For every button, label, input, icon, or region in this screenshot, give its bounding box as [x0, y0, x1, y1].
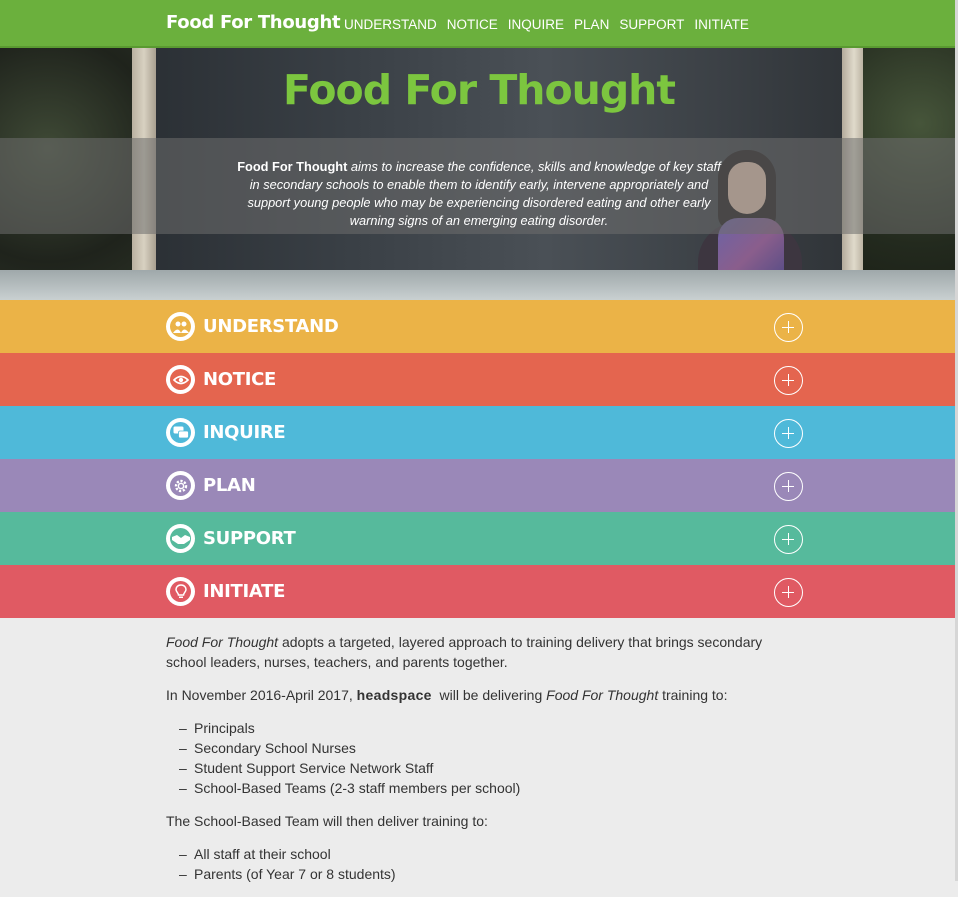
accordion-label: SUPPORT	[203, 528, 296, 549]
list-item: Parents (of Year 7 or 8 students)	[179, 864, 806, 884]
accordion-label: INITIATE	[203, 581, 286, 602]
accordion-initiate[interactable]: INITIATE	[0, 565, 958, 618]
nav-link-support[interactable]: SUPPORT	[619, 17, 684, 32]
intro-emphasis: Food For Thought	[166, 634, 279, 650]
accordion-label: NOTICE	[203, 369, 277, 390]
lightbulb-icon	[166, 577, 195, 606]
nav-links: UNDERSTAND NOTICE INQUIRE PLAN SUPPORT I…	[344, 17, 749, 32]
gear-icon	[166, 471, 195, 500]
people-icon	[166, 312, 195, 341]
brand-logo[interactable]: Food For Thought	[166, 12, 341, 33]
nav-link-notice[interactable]: NOTICE	[447, 17, 498, 32]
top-nav: Food For Thought UNDERSTAND NOTICE INQUI…	[0, 0, 958, 48]
hero-intro: Food For Thought aims to increase the co…	[234, 158, 724, 230]
list-item: School-Based Teams (2-3 staff members pe…	[179, 778, 806, 798]
expand-plus-icon[interactable]	[774, 313, 803, 342]
list-item: Principals	[179, 718, 806, 738]
nav-link-initiate[interactable]: INITIATE	[694, 17, 749, 32]
expand-plus-icon[interactable]	[774, 366, 803, 395]
accordion-understand[interactable]: UNDERSTAND	[0, 300, 958, 353]
school-team-paragraph: The School-Based Team will then deliver …	[166, 813, 488, 829]
headspace-brand: headspace	[356, 687, 432, 703]
hero-title: Food For Thought	[283, 66, 676, 114]
eye-icon	[166, 365, 195, 394]
nav-link-plan[interactable]: PLAN	[574, 17, 609, 32]
nav-link-understand[interactable]: UNDERSTAND	[344, 17, 437, 32]
delivery-paragraph: In November 2016-April 2017, headspace w…	[166, 685, 806, 705]
intro-paragraph: Food For Thought adopts a targeted, laye…	[166, 632, 806, 672]
accordion-notice[interactable]: NOTICE	[0, 353, 958, 406]
accordion-label: PLAN	[203, 475, 256, 496]
accordion-support[interactable]: SUPPORT	[0, 512, 958, 565]
list-item: Student Support Service Network Staff	[179, 758, 806, 778]
hero-table	[0, 270, 958, 300]
list-item: Secondary School Nurses	[179, 738, 806, 758]
handshake-icon	[166, 524, 195, 553]
chat-icon	[166, 418, 195, 447]
delivery-text-c: training to:	[658, 687, 728, 703]
hero-banner: Food For Thought Food For Thought aims t…	[0, 48, 958, 300]
nav-link-inquire[interactable]: INQUIRE	[508, 17, 564, 32]
accordion-inquire[interactable]: INQUIRE	[0, 406, 958, 459]
list-item: All staff at their school	[179, 844, 806, 864]
delivery-text-b: will be delivering	[431, 687, 547, 703]
expand-plus-icon[interactable]	[774, 525, 803, 554]
audience-list: Principals Secondary School Nurses Stude…	[166, 718, 806, 798]
expand-plus-icon[interactable]	[774, 419, 803, 448]
delivery-emphasis: Food For Thought	[546, 687, 659, 703]
main-content: Food For Thought adopts a targeted, laye…	[166, 632, 806, 897]
accordion-plan[interactable]: PLAN	[0, 459, 958, 512]
hero-intro-bold: Food For Thought	[237, 159, 348, 174]
expand-plus-icon[interactable]	[774, 472, 803, 501]
expand-plus-icon[interactable]	[774, 578, 803, 607]
school-team-list: All staff at their school Parents (of Ye…	[166, 844, 806, 884]
accordion-label: UNDERSTAND	[203, 316, 339, 337]
delivery-text-a: In November 2016-April 2017,	[166, 687, 357, 703]
accordion-label: INQUIRE	[203, 422, 286, 443]
